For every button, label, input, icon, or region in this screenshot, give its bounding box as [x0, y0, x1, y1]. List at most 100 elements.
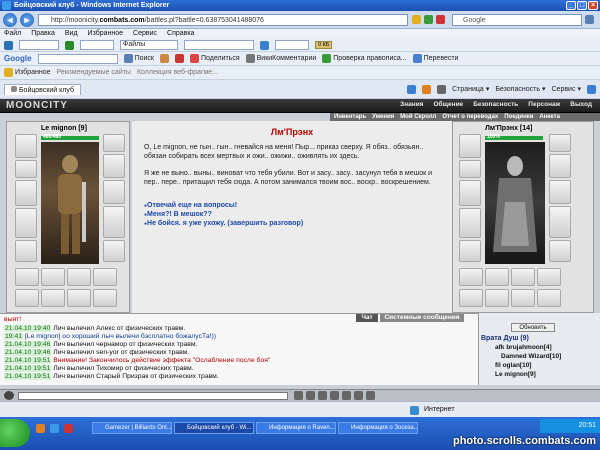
slot-helmet[interactable] — [15, 134, 37, 158]
back-button[interactable]: ◄ — [3, 13, 17, 27]
home-toolbar-icon[interactable] — [407, 84, 417, 94]
npc-slot-belt[interactable] — [459, 240, 481, 262]
slot-rings[interactable] — [103, 154, 125, 178]
task-info-raven[interactable]: Информация о Raven... — [256, 422, 336, 434]
slot-necklace[interactable] — [15, 160, 37, 178]
toolbar-input[interactable] — [19, 40, 59, 50]
menu-help[interactable]: Справка — [167, 29, 194, 39]
slot-item-7[interactable] — [67, 289, 91, 307]
play-icon[interactable] — [65, 40, 74, 50]
nav-security[interactable]: Безопасность — [473, 101, 518, 108]
start-button[interactable] — [0, 419, 30, 447]
npc-slot-item-7[interactable] — [511, 289, 535, 307]
slot-belt[interactable] — [15, 240, 37, 262]
slot-weapon[interactable] — [15, 180, 37, 206]
slot-item-1[interactable] — [15, 268, 39, 286]
wiki-button[interactable]: ВикиКомментарии — [245, 54, 316, 63]
quicklaunch-firefox-icon[interactable] — [36, 424, 45, 433]
slot-boots[interactable] — [103, 240, 125, 262]
tray-clock[interactable]: 20:51 — [540, 419, 600, 433]
slot-armor[interactable] — [15, 208, 37, 238]
slot-earrings[interactable] — [103, 134, 125, 152]
clear-icon[interactable] — [318, 391, 327, 400]
tab-chat[interactable]: Чат — [356, 314, 378, 322]
slot-item-8[interactable] — [93, 289, 117, 307]
slot-item-4[interactable] — [93, 268, 117, 286]
share-button[interactable]: Поделиться — [189, 54, 240, 63]
subnav-inventory[interactable]: Инвентарь — [334, 113, 366, 121]
task-info-2[interactable]: Информация о Зосеза... — [338, 422, 418, 434]
quicklaunch-opera-icon[interactable] — [64, 424, 73, 433]
favorites-button[interactable]: Избранное — [4, 68, 50, 77]
npc-slot-earrings[interactable] — [549, 134, 571, 152]
npc-slot-weapon[interactable] — [459, 180, 481, 206]
settings-icon[interactable] — [366, 391, 375, 400]
subnav-transfers[interactable]: Отчет о переводах — [442, 113, 498, 121]
npc-slot-item-6[interactable] — [485, 289, 509, 307]
recommended-sites-link[interactable]: Рекомендуемые сайты — [56, 69, 130, 76]
chat-panel[interactable]: выят! 21.04.10 19:40 Лич вылечил Алекс о… — [0, 313, 478, 385]
bookmark-icon[interactable] — [159, 54, 169, 63]
menu-tools[interactable]: Сервис — [133, 29, 157, 39]
url-input[interactable]: http://moonicity.combats.com/battles.pl?… — [38, 14, 408, 26]
npc-slot-item-3[interactable] — [511, 268, 535, 286]
nav-knowledge[interactable]: Знания — [400, 101, 423, 108]
npc-slot-boots[interactable] — [549, 240, 571, 262]
npc-slot-helmet[interactable] — [459, 134, 481, 158]
google-search-input[interactable] — [37, 53, 118, 64]
tab-system-messages[interactable]: Системные сообщения — [380, 314, 464, 322]
subnav-battles[interactable]: Поединки — [504, 113, 533, 121]
close-button[interactable]: × — [588, 1, 598, 10]
print-icon[interactable] — [437, 84, 447, 94]
rss-icon[interactable] — [422, 84, 432, 94]
webslice-gallery-link[interactable]: Коллекция веб-фрагме... — [137, 69, 218, 76]
minimize-button[interactable]: _ — [566, 1, 576, 10]
npc-slot-item-8[interactable] — [537, 289, 561, 307]
task-combats[interactable]: Бойцовский клуб - Wi... — [174, 422, 254, 434]
forward-button[interactable]: ► — [20, 13, 34, 27]
subnav-skills[interactable]: Умения — [372, 113, 394, 121]
slot-item-5[interactable] — [15, 289, 39, 307]
toolbar-input-3[interactable] — [184, 40, 254, 50]
help-icon[interactable] — [587, 84, 596, 94]
slot-item-3[interactable] — [67, 268, 91, 286]
toolbar-input-4[interactable] — [275, 40, 309, 50]
npc-slot-item-4[interactable] — [537, 268, 561, 286]
room-user[interactable]: Le mignon[9] — [495, 371, 536, 378]
translate-button[interactable]: Перевести — [412, 54, 458, 63]
menu-favorites[interactable]: Избранное — [88, 29, 123, 39]
sound-icon[interactable] — [354, 391, 363, 400]
files-dropdown[interactable]: Файлы — [120, 40, 178, 50]
npc-slot-item-5[interactable] — [459, 289, 483, 307]
mail-icon[interactable] — [174, 54, 184, 63]
menu-file[interactable]: Файл — [4, 29, 21, 39]
menu-view[interactable]: Вид — [65, 29, 78, 39]
maximize-button[interactable]: □ — [577, 1, 587, 10]
smile-icon[interactable] — [294, 391, 303, 400]
chat-mode-icon[interactable] — [4, 391, 14, 400]
home-icon[interactable] — [4, 40, 13, 50]
slot-item-6[interactable] — [41, 289, 65, 307]
nav-character[interactable]: Персонаж — [528, 101, 560, 108]
tab-current[interactable]: Бойцовский клуб — [4, 83, 81, 95]
scroll-icon[interactable] — [342, 391, 351, 400]
subnav-profile[interactable]: Анкета — [539, 113, 560, 121]
service-menu[interactable]: Сервис ▾ — [552, 85, 582, 94]
npc-slot-shield[interactable] — [549, 206, 571, 238]
menu-edit[interactable]: Правка — [31, 29, 55, 39]
toolbar-input-2[interactable] — [80, 40, 114, 50]
chat-input[interactable] — [18, 392, 288, 400]
subnav-scroll[interactable]: Мой Скролл — [400, 113, 436, 121]
spellcheck-button[interactable]: Проверка правописа... — [322, 54, 407, 63]
download-icon[interactable] — [260, 40, 269, 50]
npc-slot-gloves[interactable] — [549, 180, 571, 204]
slot-shield[interactable] — [103, 206, 125, 238]
search-icon[interactable] — [585, 15, 594, 24]
web-search-input[interactable]: Google — [452, 14, 582, 26]
npc-slot-necklace[interactable] — [459, 160, 481, 178]
npc-slot-armor[interactable] — [459, 208, 481, 238]
security-menu[interactable]: Безопасность ▾ — [495, 85, 545, 94]
room-user[interactable]: afk brujahmoon[4] — [495, 344, 552, 351]
npc-slot-item-1[interactable] — [459, 268, 483, 286]
stop-icon[interactable] — [436, 15, 445, 24]
